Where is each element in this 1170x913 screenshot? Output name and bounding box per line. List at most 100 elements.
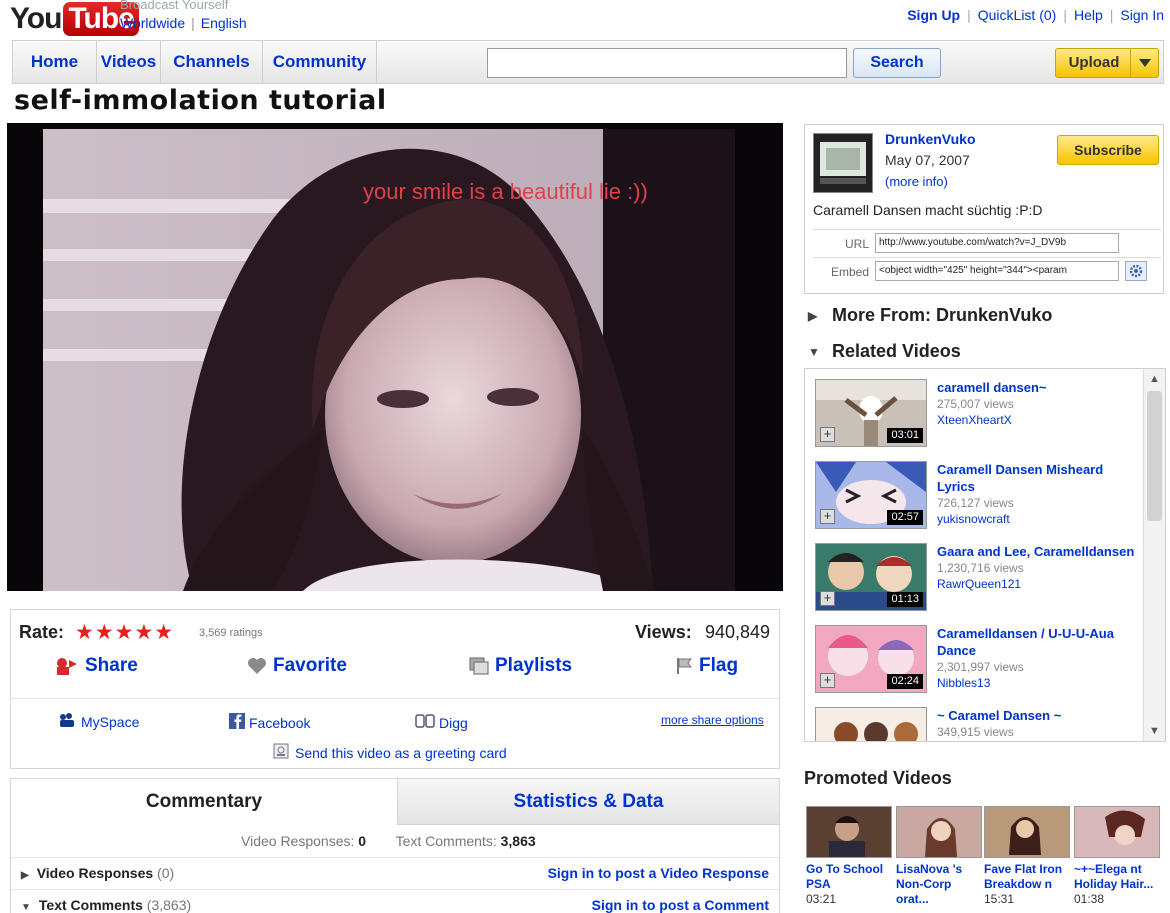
add-to-quicklist-icon[interactable]: +: [820, 673, 835, 688]
language-link[interactable]: English: [201, 15, 247, 31]
embed-field[interactable]: <object width="425" height="344"><param: [875, 261, 1119, 281]
related-thumbnail[interactable]: [815, 707, 927, 741]
video-duration: 02:24: [887, 674, 923, 689]
channel-name-link[interactable]: DrunkenVuko: [885, 131, 976, 147]
sign-in-video-response-link[interactable]: Sign in to post a Video Response: [548, 865, 769, 881]
related-videos-heading[interactable]: ▼ Related Videos: [808, 341, 961, 362]
related-title-text[interactable]: Caramelldansen / U-U-U-Aua Dance: [937, 626, 1114, 658]
promoted-video-item[interactable]: Fave Flat Iron Breakdow n 15:31: [984, 806, 1072, 907]
related-user[interactable]: Nibbles13: [937, 675, 1137, 691]
tab-statistics[interactable]: Statistics & Data: [397, 779, 779, 825]
myspace-link[interactable]: MySpace: [59, 713, 139, 730]
share-button[interactable]: Share: [55, 655, 138, 677]
related-video-title[interactable]: Gaara and Lee, Caramelldansen 1,230,716 …: [937, 543, 1137, 592]
playlists-button[interactable]: Playlists: [469, 655, 572, 677]
myspace-label: MySpace: [81, 713, 140, 730]
favorite-button[interactable]: Favorite: [247, 655, 347, 677]
promoted-video-item[interactable]: Go To School PSA 03:21: [806, 806, 894, 907]
promoted-title[interactable]: Go To School PSA: [806, 862, 894, 892]
promoted-thumbnail[interactable]: [896, 806, 982, 858]
related-thumbnail[interactable]: + 01:13: [815, 543, 927, 611]
facebook-link[interactable]: Facebook: [229, 713, 310, 732]
related-video-title[interactable]: Caramell Dansen Misheard Lyrics 726,127 …: [937, 461, 1137, 527]
tab-commentary[interactable]: Commentary: [11, 779, 397, 825]
rate-label: Rate:: [19, 622, 65, 642]
video-player[interactable]: your smile is a beautiful lie :)): [7, 123, 783, 591]
video-responses-row-count: (0): [157, 865, 175, 881]
text-comments-toggle[interactable]: ▼ Text Comments (3,863): [21, 897, 191, 913]
related-video-item[interactable]: + 01:13 Gaara and Lee, Caramelldansen 1,…: [815, 543, 1135, 621]
related-video-title[interactable]: caramell dansen~ 275,007 views XteenXhea…: [937, 379, 1137, 428]
add-to-quicklist-icon[interactable]: +: [820, 427, 835, 442]
tab-community[interactable]: Community: [263, 41, 377, 83]
tab-home[interactable]: Home: [13, 41, 97, 83]
related-title-text[interactable]: caramell dansen~: [937, 380, 1046, 395]
share-icon: [55, 656, 79, 676]
related-video-title[interactable]: ~ Caramel Dansen ~ 349,915 views: [937, 707, 1137, 740]
upload-button[interactable]: Upload: [1055, 48, 1159, 78]
greeting-card-link[interactable]: Send this video as a greeting card: [273, 743, 507, 762]
related-thumbnail[interactable]: + 03:01: [815, 379, 927, 447]
related-video-item[interactable]: ~ Caramel Dansen ~ 349,915 views: [815, 707, 1137, 741]
video-responses-row[interactable]: ▶ Video Responses (0) Sign in to post a V…: [11, 857, 779, 887]
related-thumbnail[interactable]: + 02:24: [815, 625, 927, 693]
url-field[interactable]: http://www.youtube.com/watch?v=J_DV9b: [875, 233, 1119, 253]
related-thumbnail[interactable]: + 02:57: [815, 461, 927, 529]
related-scrollbar[interactable]: ▲ ▼: [1143, 369, 1165, 741]
related-title-text[interactable]: Caramell Dansen Misheard Lyrics: [937, 462, 1103, 494]
embed-label: Embed: [830, 265, 869, 279]
related-user[interactable]: RawrQueen121: [937, 576, 1137, 592]
sign-up-link[interactable]: Sign Up: [907, 7, 960, 23]
channel-avatar[interactable]: [813, 133, 873, 193]
promoted-title[interactable]: LisaNova 's Non-Corp orat...: [896, 862, 984, 907]
triangle-down-icon: ▼: [808, 344, 820, 359]
related-video-item[interactable]: + 02:24 Caramelldansen / U-U-U-Aua Dance…: [815, 625, 1135, 703]
digg-link[interactable]: Digg: [415, 713, 468, 732]
video-duration: 03:01: [887, 428, 923, 443]
related-video-item[interactable]: + 02:57 Caramell Dansen Misheard Lyrics …: [815, 461, 1135, 539]
related-video-title[interactable]: Caramelldansen / U-U-U-Aua Dance 2,301,9…: [937, 625, 1137, 691]
add-to-quicklist-icon[interactable]: +: [820, 591, 835, 606]
scrollbar-thumb[interactable]: [1147, 391, 1162, 521]
promoted-duration: 15:31: [984, 892, 1015, 906]
chevron-down-icon[interactable]: [1130, 49, 1158, 77]
tab-channels[interactable]: Channels: [161, 41, 263, 83]
related-video-item[interactable]: + 03:01 caramell dansen~ 275,007 views X…: [815, 379, 1135, 457]
help-link[interactable]: Help: [1074, 7, 1103, 23]
locale-selector: Worldwide | English: [120, 15, 247, 31]
promoted-thumbnail[interactable]: [1074, 806, 1160, 858]
star-rating[interactable]: ★★★★★: [75, 620, 174, 645]
promoted-video-item[interactable]: LisaNova 's Non-Corp orat...: [896, 806, 984, 907]
scroll-down-icon[interactable]: ▼: [1144, 725, 1165, 737]
more-share-options-link[interactable]: more share options: [661, 713, 764, 727]
sign-in-link[interactable]: Sign In: [1120, 7, 1164, 23]
flag-button[interactable]: Flag: [675, 655, 738, 677]
promoted-title[interactable]: Fave Flat Iron Breakdow n: [984, 862, 1072, 892]
video-responses-toggle[interactable]: ▶ Video Responses (0): [21, 865, 174, 881]
related-user[interactable]: yukisnowcraft: [937, 511, 1137, 527]
related-user[interactable]: XteenXheartX: [937, 412, 1137, 428]
related-title-text[interactable]: ~ Caramel Dansen ~: [937, 708, 1061, 723]
flag-label: Flag: [699, 655, 739, 676]
related-title-text[interactable]: Gaara and Lee, Caramelldansen: [937, 544, 1134, 559]
gear-icon[interactable]: [1125, 261, 1147, 281]
header: You Tube Broadcast Yourself Worldwide | En…: [0, 0, 1170, 40]
related-views: 349,915 views: [937, 725, 1014, 739]
subscribe-button[interactable]: Subscribe: [1057, 135, 1159, 165]
add-to-quicklist-icon[interactable]: +: [820, 509, 835, 524]
quicklist-link[interactable]: QuickList (0): [978, 7, 1057, 23]
promoted-title[interactable]: ~+~Elega nt Holiday Hair...: [1074, 862, 1162, 892]
tab-videos[interactable]: Videos: [97, 41, 161, 83]
region-link[interactable]: Worldwide: [120, 15, 185, 31]
sign-in-comment-link[interactable]: Sign in to post a Comment: [592, 897, 769, 913]
scroll-up-icon[interactable]: ▲: [1144, 373, 1165, 385]
promoted-thumbnail[interactable]: [806, 806, 892, 858]
search-input[interactable]: [487, 48, 847, 78]
related-videos-list: + 03:01 caramell dansen~ 275,007 views X…: [804, 368, 1166, 742]
promoted-video-item[interactable]: ~+~Elega nt Holiday Hair... 01:38: [1074, 806, 1162, 907]
text-comments-row[interactable]: ▼ Text Comments (3,863) Sign in to post a…: [11, 889, 779, 913]
promoted-thumbnail[interactable]: [984, 806, 1070, 858]
search-button[interactable]: Search: [853, 48, 941, 78]
more-from-heading[interactable]: ▶ More From: DrunkenVuko: [808, 305, 1052, 326]
more-info-link[interactable]: (more info): [885, 174, 948, 189]
